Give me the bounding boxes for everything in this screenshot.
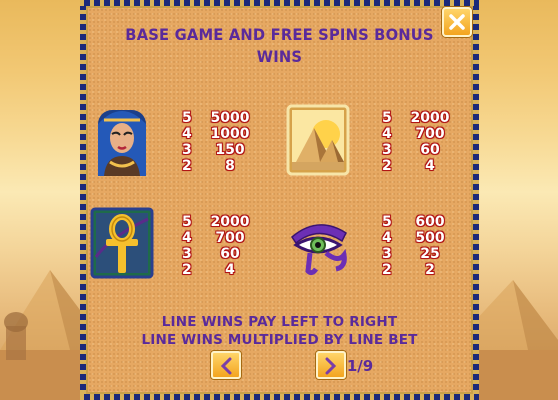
match-count: 4 — [382, 230, 392, 246]
pay-row: 28 — [182, 158, 256, 174]
payout-value: 4 — [425, 158, 435, 174]
close-button[interactable] — [442, 7, 472, 37]
match-count: 3 — [382, 246, 392, 262]
payout-value: 600 — [415, 214, 445, 230]
prev-page-button[interactable] — [211, 351, 241, 379]
payout-value: 1000 — [210, 126, 250, 142]
payout-value: 700 — [415, 126, 445, 142]
match-count: 2 — [182, 262, 192, 278]
payout-value: 2 — [425, 262, 435, 278]
match-count: 2 — [182, 158, 192, 174]
pay-row: 4 500 — [382, 230, 456, 246]
close-icon — [449, 14, 465, 30]
chevron-right-icon — [325, 357, 337, 375]
ankh-paytable: 5 2000 4 700 3 60 24 — [182, 214, 256, 278]
pay-row: 4 1000 — [182, 126, 256, 142]
match-count: 5 — [382, 214, 392, 230]
pay-row: 5 600 — [382, 214, 456, 230]
ankh-icon — [90, 207, 154, 279]
match-count: 3 — [182, 246, 192, 262]
pay-row: 4 700 — [182, 230, 256, 246]
payout-value: 700 — [215, 230, 245, 246]
pay-row: 3 25 — [382, 246, 456, 262]
payout-value: 5000 — [210, 110, 250, 126]
paytable-panel: BASE GAME AND FREE SPINS BONUS WINS 5 500… — [80, 0, 479, 400]
payout-value: 2000 — [210, 214, 250, 230]
pay-row: 22 — [382, 262, 456, 278]
match-count: 4 — [382, 126, 392, 142]
page-title: BASE GAME AND FREE SPINS BONUS WINS — [125, 25, 434, 66]
payout-value: 150 — [215, 142, 245, 158]
pyramids-paytable: 5 2000 4 700 3 60 24 — [382, 110, 456, 174]
match-count: 5 — [382, 110, 392, 126]
match-count: 3 — [382, 142, 392, 158]
match-count: 4 — [182, 126, 192, 142]
payout-value: 500 — [415, 230, 445, 246]
pay-row: 3 150 — [182, 142, 256, 158]
pay-row: 3 60 — [382, 142, 456, 158]
payout-value: 4 — [225, 262, 235, 278]
pay-row: 4 700 — [382, 126, 456, 142]
match-count: 5 — [182, 110, 192, 126]
info-line-direction: LINE WINS PAY LEFT TO RIGHT — [161, 314, 398, 330]
chevron-left-icon — [220, 357, 232, 375]
match-count: 3 — [182, 142, 192, 158]
match-count: 4 — [182, 230, 192, 246]
pay-row: 3 60 — [182, 246, 256, 262]
match-count: 2 — [382, 158, 392, 174]
eye-of-horus-icon — [291, 224, 347, 276]
pay-row: 5 2000 — [382, 110, 456, 126]
cleopatra-icon — [98, 110, 146, 176]
pyramids-icon — [286, 104, 350, 176]
payout-value: 60 — [220, 246, 240, 262]
match-count: 2 — [382, 262, 392, 278]
pay-row: 24 — [182, 262, 256, 278]
pay-row: 5 5000 — [182, 110, 256, 126]
payout-value: 8 — [225, 158, 235, 174]
match-count: 5 — [182, 214, 192, 230]
payout-value: 60 — [420, 142, 440, 158]
pay-row: 5 2000 — [182, 214, 256, 230]
pay-row: 24 — [382, 158, 456, 174]
info-line-multiplier: LINE WINS MULTIPLIED BY LINE BET — [141, 332, 418, 348]
cleopatra-paytable: 5 5000 4 1000 3 150 28 — [182, 110, 256, 174]
eye-of-horus-paytable: 5 600 4 500 3 25 22 — [382, 214, 456, 278]
next-page-button[interactable] — [316, 351, 346, 379]
payout-value: 25 — [420, 246, 440, 262]
payout-value: 2000 — [410, 110, 450, 126]
